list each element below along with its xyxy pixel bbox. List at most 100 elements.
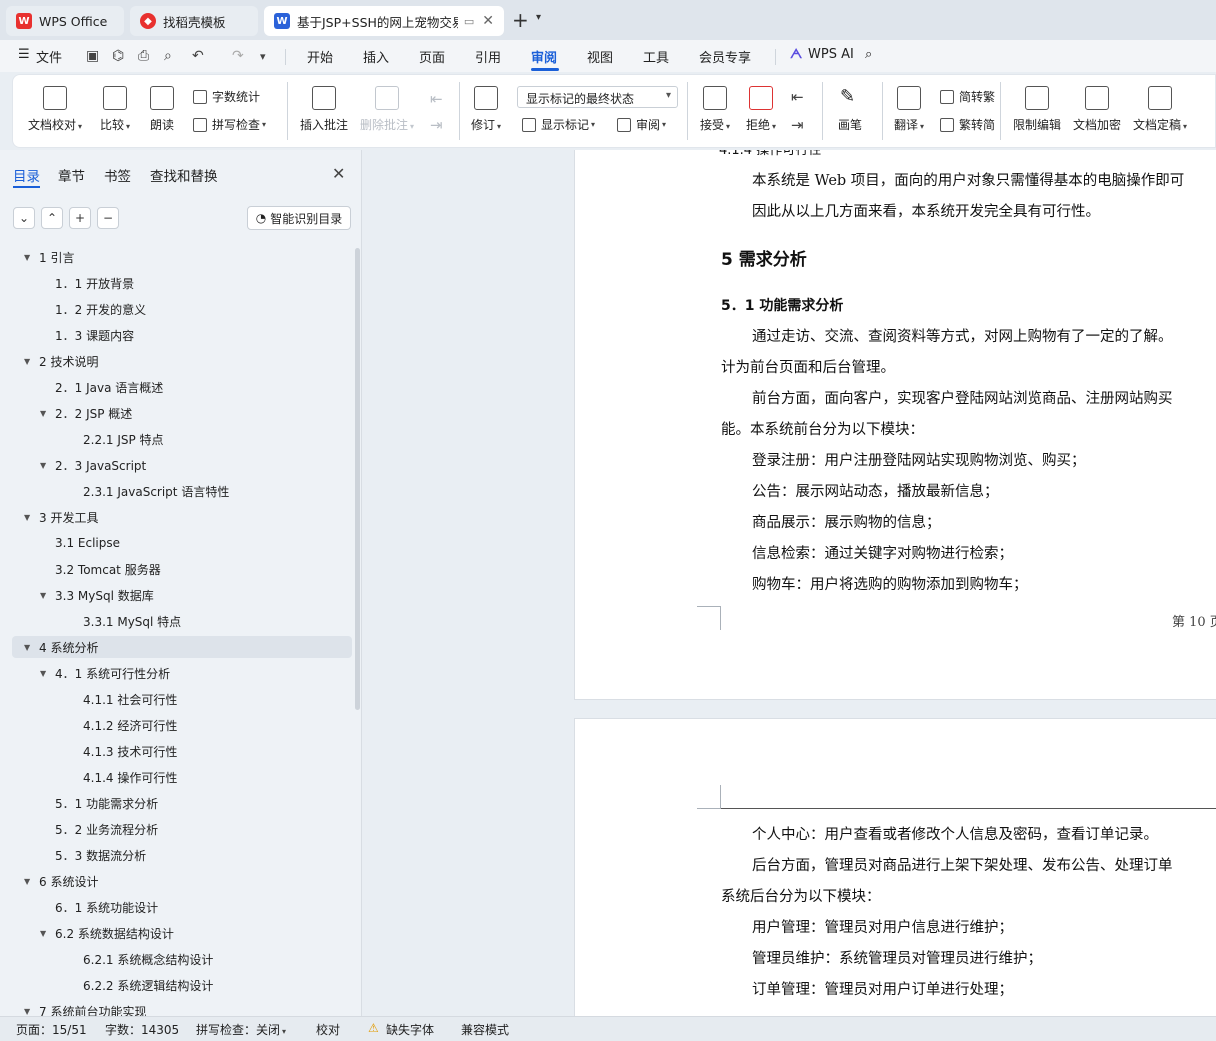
show-markup-button[interactable]: 显示标记 ▾ — [522, 116, 595, 133]
prev-change-icon[interactable]: ⇤ — [791, 88, 804, 106]
menu-member[interactable]: 会员专享 — [699, 47, 751, 66]
caret-down-icon[interactable]: ▼ — [40, 591, 52, 600]
toc-item[interactable]: ▼ 6.2 系统数据结构设计 — [12, 922, 352, 944]
close-icon[interactable]: ✕ — [332, 164, 345, 183]
toc-item[interactable]: ▼ 6 系统设计 — [12, 870, 352, 892]
next-comment-icon[interactable]: ⇥ — [430, 116, 443, 134]
caret-down-icon[interactable]: ▼ — [24, 643, 36, 652]
doc-check-button[interactable]: 文档校对 ▾ — [28, 86, 82, 133]
close-tab-icon[interactable]: ✕ — [474, 13, 494, 29]
caret-down-icon[interactable]: ▼ — [24, 877, 36, 886]
toc-item[interactable]: 5．2 业务流程分析 — [12, 818, 352, 840]
caret-down-icon[interactable]: ▼ — [24, 357, 36, 366]
toc-item[interactable]: ▼ 2 技术说明 — [12, 350, 352, 372]
menu-view[interactable]: 视图 — [587, 47, 613, 66]
chevron-up-icon[interactable]: ⌃ — [41, 207, 63, 229]
chevron-down-icon[interactable]: ▾ — [536, 12, 541, 23]
pen-button[interactable]: ✎ 画笔 — [838, 86, 862, 133]
new-tab-icon[interactable]: + — [512, 8, 529, 32]
toc-item[interactable]: 1．3 课题内容 — [12, 324, 352, 346]
translate-button[interactable]: 翻译 ▾ — [894, 86, 924, 133]
share-icon[interactable]: ⌬ — [112, 48, 124, 64]
redo-icon[interactable]: ↷ — [232, 48, 244, 64]
toc-item[interactable]: 4.1.3 技术可行性 — [12, 740, 352, 762]
missing-font-button[interactable]: 缺失字体 — [386, 1021, 434, 1038]
caret-down-icon[interactable]: ▼ — [24, 1007, 36, 1016]
caret-down-icon[interactable]: ▼ — [40, 461, 52, 470]
tab-document[interactable]: W 基于JSP+SSH的网上宠物交易 ▭ ✕ — [264, 6, 504, 36]
menu-review[interactable]: 审阅 — [531, 47, 557, 66]
toc-item[interactable]: 3.1 Eclipse — [12, 532, 352, 554]
caret-down-icon[interactable]: ▼ — [40, 409, 52, 418]
toc-item[interactable]: ▼ 2．2 JSP 概述 — [12, 402, 352, 424]
next-change-icon[interactable]: ⇥ — [791, 116, 804, 134]
menu-tools[interactable]: 工具 — [643, 47, 669, 66]
word-count-button[interactable]: 字数统计 — [193, 88, 260, 105]
toc-item[interactable]: 5．1 功能需求分析 — [12, 792, 352, 814]
spell-check-button[interactable]: 拼写检查 ▾ — [193, 116, 266, 133]
to-simplified-button[interactable]: 繁转简 — [940, 116, 995, 133]
word-count-indicator[interactable]: 字数：14305 — [105, 1021, 179, 1038]
undo-icon[interactable]: ↶ — [192, 48, 204, 64]
menu-insert[interactable]: 插入 — [363, 47, 389, 66]
toc-scrollbar[interactable] — [355, 248, 360, 710]
print-icon[interactable]: ⎙ — [138, 48, 149, 64]
review-pane-button[interactable]: 审阅 ▾ — [617, 116, 666, 133]
collapse-chevron-down-icon[interactable]: ⌄ — [13, 207, 35, 229]
markup-state-select[interactable]: 显示标记的最终状态 ▾ — [517, 86, 678, 108]
nav-tab-sections[interactable]: 章节 — [58, 165, 85, 185]
toc-item[interactable]: 6.2.2 系统逻辑结构设计 — [12, 974, 352, 996]
toc-item[interactable]: 4.1.1 社会可行性 — [12, 688, 352, 710]
page-indicator[interactable]: 页面：15/51 — [16, 1021, 87, 1038]
toc-item[interactable]: 4.1.4 操作可行性 — [12, 766, 352, 788]
toc-item[interactable]: ▼ 3 开发工具 — [12, 506, 352, 528]
insert-comment-button[interactable]: 插入批注 — [300, 86, 348, 133]
remove-heading-icon[interactable]: − — [97, 207, 119, 229]
proof-button[interactable]: 校对 — [316, 1021, 340, 1038]
toc-item[interactable]: ▼ 3.3 MySql 数据库 — [12, 584, 352, 606]
caret-down-icon[interactable]: ▼ — [40, 669, 52, 678]
toc-item[interactable]: 2.3.1 JavaScript 语言特性 — [12, 480, 352, 502]
nav-tab-toc[interactable]: 目录 — [13, 165, 40, 185]
to-traditional-button[interactable]: 简转繁 — [940, 88, 995, 105]
nav-tab-bookmarks[interactable]: 书签 — [104, 165, 131, 185]
toc-item[interactable]: 6.2.1 系统概念结构设计 — [12, 948, 352, 970]
hamburger-icon[interactable]: ☰ — [18, 47, 30, 62]
compare-button[interactable]: 比较 ▾ — [100, 86, 130, 133]
reject-button[interactable]: 拒绝 ▾ — [746, 86, 776, 133]
toc-item[interactable]: 2.2.1 JSP 特点 — [12, 428, 352, 450]
menu-wps-ai[interactable]: WPS AI — [808, 47, 854, 62]
menu-page[interactable]: 页面 — [419, 47, 445, 66]
caret-down-icon[interactable]: ▼ — [24, 513, 36, 522]
delete-comment-button[interactable]: 删除批注 ▾ — [360, 86, 414, 133]
smart-toc-button[interactable]: ◔ 智能识别目录 — [247, 206, 351, 230]
monitor-icon[interactable]: ▭ — [464, 15, 474, 28]
tab-wps-office[interactable]: W WPS Office — [6, 6, 124, 36]
toc-item[interactable]: ▼ 2．3 JavaScript — [12, 454, 352, 476]
read-aloud-button[interactable]: 朗读 — [150, 86, 174, 133]
toc-item[interactable]: ▼ 1 引言 — [12, 246, 352, 268]
toc-item[interactable]: 4.1.2 经济可行性 — [12, 714, 352, 736]
toc-item[interactable]: 1．1 开放背景 — [12, 272, 352, 294]
toc-item[interactable]: 3.2 Tomcat 服务器 — [12, 558, 352, 580]
accept-button[interactable]: 接受 ▾ — [700, 86, 730, 133]
print-preview-icon[interactable]: ⌕ — [164, 48, 172, 64]
tab-docer[interactable]: ◆ 找稻壳模板 — [130, 6, 258, 36]
toc-item[interactable]: 5．3 数据流分析 — [12, 844, 352, 866]
track-changes-button[interactable]: 修订 ▾ — [471, 86, 501, 133]
nav-tab-find-replace[interactable]: 查找和替换 — [150, 165, 218, 185]
toc-item[interactable]: ▼ 4．1 系统可行性分析 — [12, 662, 352, 684]
toc-item[interactable]: ▼ 7 系统前台功能实现 — [12, 1000, 352, 1017]
spell-check-status[interactable]: 拼写检查：关闭 ▾ — [196, 1021, 286, 1038]
add-heading-icon[interactable]: + — [69, 207, 91, 229]
caret-down-icon[interactable]: ▼ — [40, 929, 52, 938]
doc-encrypt-button[interactable]: 文档加密 — [1073, 86, 1121, 133]
more-chevron-icon[interactable]: ▾ — [260, 50, 266, 63]
search-icon[interactable]: ⌕ — [865, 47, 872, 62]
toc-item[interactable]: 2．1 Java 语言概述 — [12, 376, 352, 398]
doc-finalize-button[interactable]: 文档定稿 ▾ — [1133, 86, 1187, 133]
prev-comment-icon[interactable]: ⇤ — [430, 90, 443, 108]
save-icon[interactable]: ▣ — [86, 48, 99, 64]
toc-item[interactable]: 6．1 系统功能设计 — [12, 896, 352, 918]
menu-home[interactable]: 开始 — [307, 47, 333, 66]
